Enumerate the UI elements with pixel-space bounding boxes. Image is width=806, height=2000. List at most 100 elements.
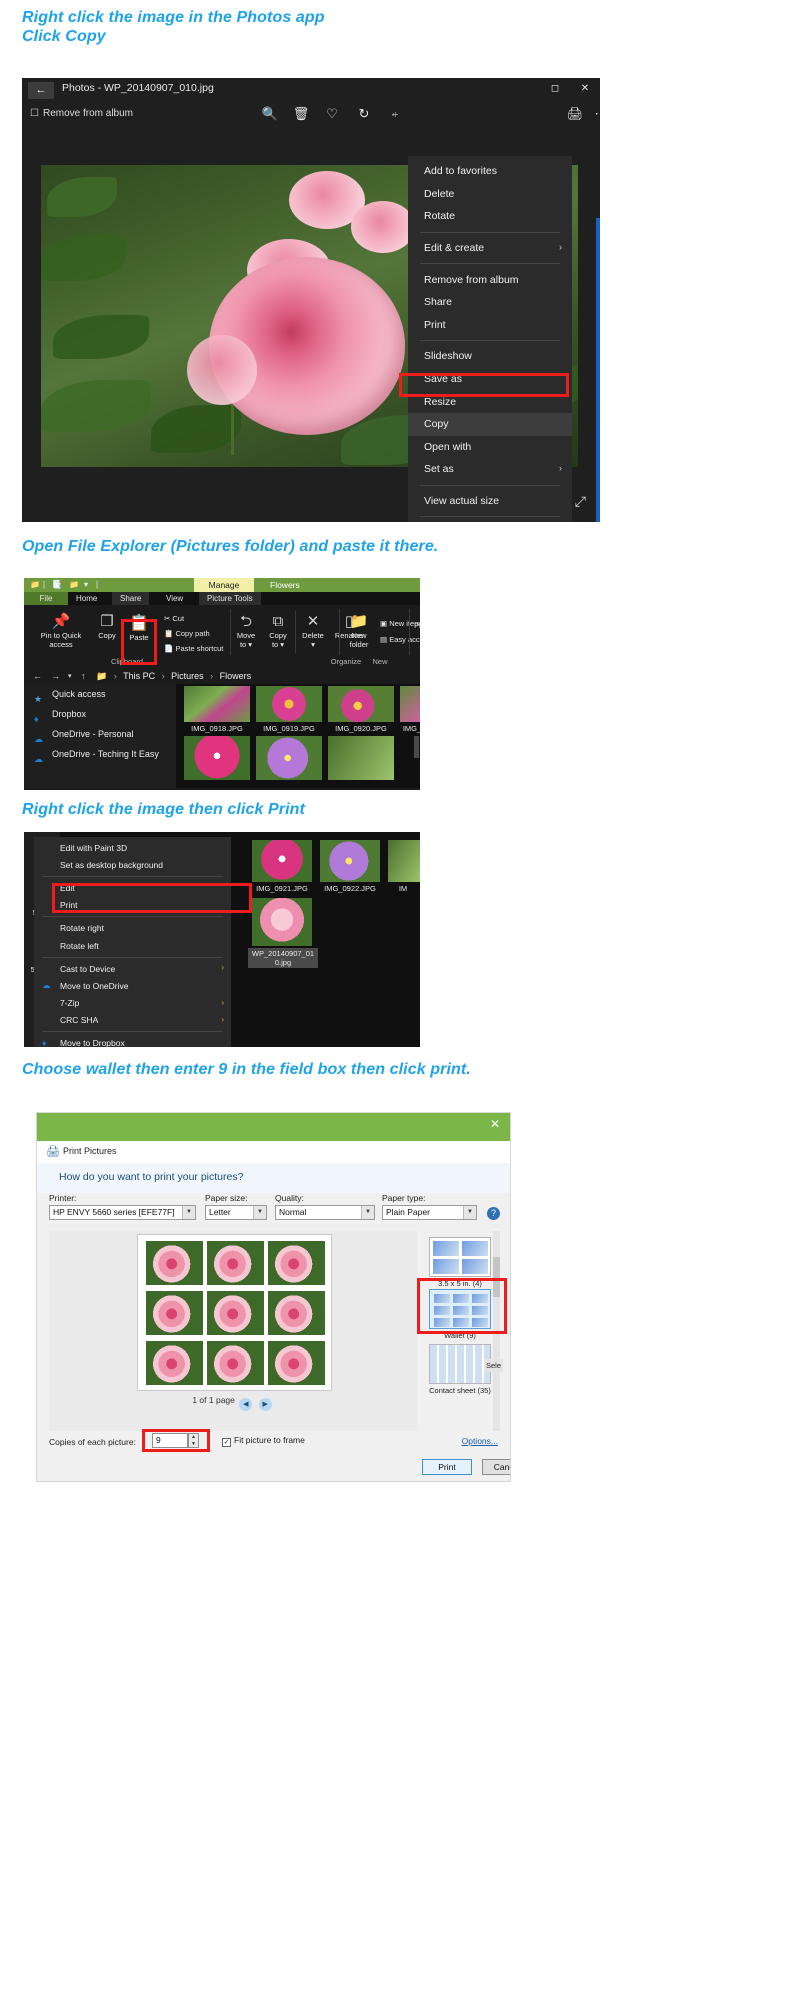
more-icon[interactable]: ⋯ [592,106,601,122]
select-tab-label[interactable]: Sele [483,1359,503,1372]
tab-share[interactable]: Share [112,592,150,605]
list-item[interactable] [184,736,250,780]
menu-item-slideshow[interactable]: Slideshow [408,345,572,368]
scrollbar-thumb[interactable] [414,736,419,758]
tab-view[interactable]: View [158,592,191,605]
chevron-down-icon[interactable]: ▼ [253,1206,266,1219]
menu-item-rotate[interactable]: Rotate [408,205,572,228]
menu-item-view-actual-size[interactable]: View actual size [408,490,572,513]
help-icon[interactable]: ? [487,1207,500,1220]
menu-item-print[interactable]: Print [408,314,572,337]
menu-item-set-as-desktop-background[interactable]: Set as desktop background [34,856,231,873]
options-link[interactable]: Options... [462,1436,498,1446]
menu-item-delete[interactable]: Delete [408,183,572,206]
tab-file[interactable]: File [24,592,68,605]
back-arrow-icon[interactable]: ← [33,671,42,681]
menu-item-copy[interactable]: Copy [408,412,572,436]
delete-button[interactable]: ✕ Delete ▾ [297,613,329,649]
move-to-button[interactable]: ⮌ Move to ▾ [231,613,261,649]
tab-picture-tools[interactable]: Picture Tools [199,592,261,605]
properties-button[interactable]: Pro [412,621,420,630]
sidebar-item-dropbox[interactable]: ♦ Dropbox [24,704,176,724]
list-item[interactable]: IMG_0918.JPG [184,686,250,733]
list-item[interactable] [256,736,322,780]
print-icon[interactable]: 🖨 [566,106,584,122]
breadcrumb-flowers[interactable]: Flowers [220,671,252,681]
list-item[interactable]: IMG_0920.JPG [328,686,394,733]
menu-item-set-as[interactable]: Set as › [408,458,572,481]
zoom-icon[interactable]: 🔍 [261,106,279,122]
previous-page-button[interactable]: ◀ [239,1398,253,1411]
cut-button[interactable]: ✂ Cut [164,614,184,623]
menu-item-resize[interactable]: Resize [408,390,572,413]
menu-item-move-to-dropbox[interactable]: ♦ Move to Dropbox [34,1035,231,1047]
file-thumbnail[interactable] [388,840,420,882]
printer-select[interactable]: HP ENVY 5660 series [EFE77F] ▼ [49,1205,196,1220]
list-item[interactable]: IMG_ [400,686,420,733]
copy-path-button[interactable]: 📋 Copy path [164,629,210,638]
close-icon[interactable]: ✕ [490,1117,500,1131]
pin-to-quick-access-button[interactable]: 📌 Pin to Quick access [32,613,90,649]
expand-icon[interactable]: ⤢ [575,493,586,510]
menu-item-crc-sha[interactable]: CRC SHA › [34,1012,231,1029]
crop-icon[interactable]: ⍅ [386,106,404,122]
rotate-icon[interactable]: ↻ [355,106,373,122]
menu-item-add-to-favorites[interactable]: Add to favorites [408,160,572,183]
list-item[interactable] [328,736,394,780]
contextual-tab-manage[interactable]: Manage [194,578,254,592]
menu-item-file-info[interactable]: File info [408,521,572,522]
copy-to-button[interactable]: ⧉ Copy to ▾ [263,613,293,649]
checkbox-icon[interactable]: ✓ [222,1438,231,1447]
next-page-button[interactable]: ▶ [258,1398,272,1411]
new-folder-button[interactable]: 📁 New folder [344,613,374,649]
menu-item-rotate-left[interactable]: Rotate left [34,937,231,954]
menu-item-open-with[interactable]: Open with [408,436,572,459]
print-button[interactable]: Print [422,1459,472,1475]
new-folder-icon[interactable]: 📁 [69,580,79,589]
forward-arrow-icon[interactable]: → [51,671,60,681]
chevron-down-icon[interactable]: ▼ [361,1206,374,1219]
paste-shortcut-button[interactable]: 📄 Paste shortcut [164,644,223,653]
menu-item-share[interactable]: Share [408,291,572,314]
file-thumbnail-selected[interactable] [252,898,312,946]
file-thumbnail[interactable] [252,840,312,882]
back-arrow-icon[interactable]: ← [28,82,54,99]
recent-locations-icon[interactable]: ▾ [68,672,72,680]
remove-from-album-button[interactable]: ☐ Remove from album [30,108,133,119]
chevron-down-icon[interactable]: ▼ [463,1206,476,1219]
menu-item-save-as[interactable]: Save as [408,368,572,391]
menu-item-edit-and-create[interactable]: Edit & create › [408,237,572,260]
menu-item-cast-to-device[interactable]: Cast to Device › [34,960,231,977]
file-list[interactable]: IMG_0918.JPG IMG_0919.JPG IMG_0920.JPG I… [176,684,420,788]
close-icon[interactable]: ✕ [570,78,600,100]
paper-size-select[interactable]: Letter ▼ [205,1205,267,1220]
list-item[interactable]: IMG_0919.JPG [256,686,322,733]
sidebar-item-onedrive-personal[interactable]: ☁ OneDrive - Personal [24,724,176,744]
heart-icon[interactable]: ♡ [323,106,341,122]
quality-select[interactable]: Normal ▼ [275,1205,375,1220]
easy-access-button[interactable]: ▤ Easy access ▾ [380,635,420,644]
folder-icon[interactable]: 📁 [30,580,40,589]
chevron-down-icon[interactable]: ▼ [182,1206,195,1219]
fit-picture-to-frame-checkbox[interactable]: ✓ Fit picture to frame [222,1435,305,1447]
properties-icon[interactable]: 📑 [52,580,62,589]
breadcrumb-pictures[interactable]: Pictures [171,671,204,681]
file-thumbnail[interactable] [320,840,380,882]
sidebar-item-quick-access[interactable]: ★ Quick access [24,684,176,704]
paper-type-select[interactable]: Plain Paper ▼ [382,1205,477,1220]
breadcrumb[interactable]: 📁 › This PC › Pictures › Flowers [96,671,251,682]
sidebar-item-onedrive-teching-it-easy[interactable]: ☁ OneDrive - Teching It Easy [24,744,176,764]
menu-item-move-to-onedrive[interactable]: ☁ Move to OneDrive [34,977,231,994]
menu-item-edit-with-paint-3d[interactable]: Edit with Paint 3D [34,839,231,856]
breadcrumb-this-pc[interactable]: This PC [123,671,155,681]
menu-item-rotate-right[interactable]: Rotate right [34,920,231,937]
delete-icon[interactable]: 🗑 [292,106,310,122]
maximize-icon[interactable]: ◻ [540,78,570,100]
cancel-button[interactable]: Cancel [482,1459,510,1475]
tab-home[interactable]: Home [68,592,105,605]
menu-item-remove-from-album[interactable]: Remove from album [408,268,572,291]
copy-button[interactable]: ❐ Copy [94,613,120,640]
menu-item-7-zip[interactable]: 7-Zip › [34,995,231,1012]
up-arrow-icon[interactable]: ↑ [81,671,86,681]
customize-icon[interactable]: ▾ [84,580,88,589]
